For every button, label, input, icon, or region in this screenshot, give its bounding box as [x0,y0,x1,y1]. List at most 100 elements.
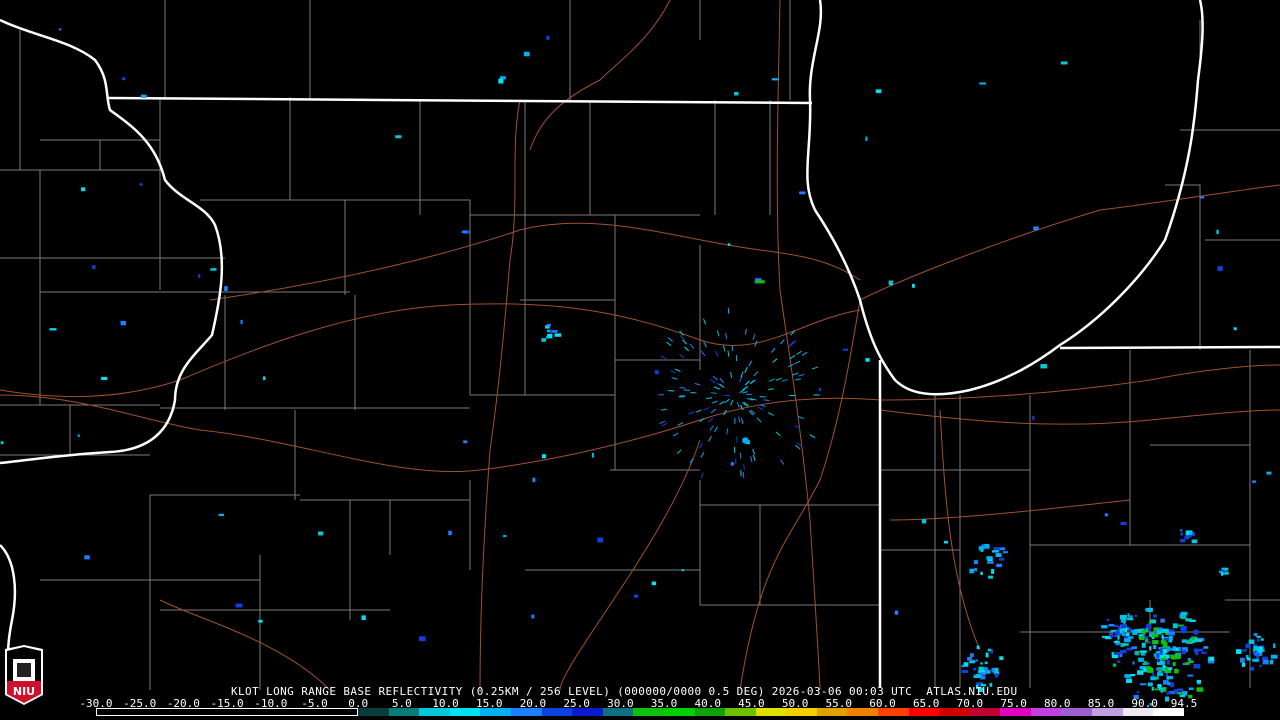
echo-cell [1258,653,1263,656]
echo-cell [999,656,1004,661]
echo-cell [799,191,806,195]
echo-cell [1156,653,1160,657]
echo-cell [865,358,870,362]
colorbar-segment [480,708,512,716]
echo-cell [716,330,720,337]
echo-cell [1117,660,1121,663]
echo-cell [752,334,756,341]
colorbar-segment [969,708,1001,716]
echo-cell [1193,663,1201,669]
echo-cell [912,283,915,288]
echo-cell [1195,638,1202,643]
echo-cell [730,462,734,466]
echo-cell [0,441,4,445]
echo-cell [1181,650,1186,655]
echo-cell [660,408,667,411]
echo-cell [1104,513,1108,517]
echo-cell [991,568,995,574]
echo-cell [986,561,994,564]
niu-logo: NIU [5,645,43,705]
logo-text: NIU [13,685,35,698]
echo-cell [1188,530,1193,535]
echo-cell [756,417,762,423]
echo-cell [798,373,805,377]
echo-cell [1184,536,1190,540]
echo-cell [700,452,705,458]
echo-cell [1152,672,1155,677]
echo-cell [1269,659,1274,665]
colorbar-segment [755,708,787,716]
echo-cell [1178,646,1181,652]
echo-cell [759,404,766,408]
echo-cell [224,286,228,291]
echo-cell [1149,646,1152,651]
echo-cell [975,659,979,662]
echo-cell [994,673,999,678]
echo-cell [1242,649,1247,652]
echo-cell [523,51,530,57]
echo-cell [1162,664,1166,669]
echo-cell [1196,687,1204,692]
echo-cell [532,477,536,483]
echo-cell [1113,624,1118,627]
echo-cell [1125,678,1132,683]
echo-cell [1156,661,1164,666]
echo-cell [1040,364,1048,369]
echo-cell [1185,530,1190,536]
colorbar-segment [847,708,878,716]
echo-cell [681,569,685,572]
echo-cell [723,345,726,352]
echo-cell [660,355,667,360]
echo-cell [1266,471,1272,475]
echo-cell [1113,634,1118,638]
echo-cell [700,472,704,479]
echo-cell [1120,624,1127,629]
echo-cell [258,619,263,623]
echo-cell [752,454,756,461]
echo-cell [712,375,718,381]
echo-cell [1131,646,1138,650]
echo-cell [969,660,975,664]
echo-cell [750,456,753,463]
echo-cell [770,347,776,353]
echo-cell [744,328,747,335]
echo-cell [792,372,799,376]
echo-cell [395,135,402,139]
echo-cell [1170,682,1174,688]
colorbar-segment [725,708,756,716]
echo-cell [84,555,90,560]
echo-cell [1179,539,1186,543]
echo-cell [1203,646,1209,649]
echo-cell [92,265,96,270]
echo-cell [1170,655,1177,660]
colorbar-segment [419,708,450,716]
echo-cell [1119,614,1127,620]
echo-cell [1146,668,1154,673]
colorbar-segment [877,708,909,716]
echo-cell [775,431,781,437]
echo-cell [698,443,704,449]
echo-cell [541,338,547,342]
echo-cell [1132,630,1138,635]
colorbar-segment [663,708,695,716]
echo-cell [744,437,747,442]
echo-cell [1253,646,1260,651]
echo-cell [1172,623,1178,629]
echo-cell [235,603,243,608]
echo-cell [1145,608,1152,611]
echo-cell [1146,623,1152,629]
echo-cell [1177,691,1182,695]
colorbar-segment [511,708,542,716]
echo-cell [714,426,718,433]
echo-cell [554,333,562,337]
echo-cell [757,406,764,411]
echo-cell [740,418,744,425]
echo-cell [361,615,366,620]
echo-cell [120,320,127,326]
echo-cell [1150,676,1157,681]
echo-cell [1188,687,1194,690]
echo-cell [986,556,993,560]
echo-cell [1140,652,1146,656]
echo-cell [1151,687,1155,691]
echo-cell [1140,650,1147,653]
